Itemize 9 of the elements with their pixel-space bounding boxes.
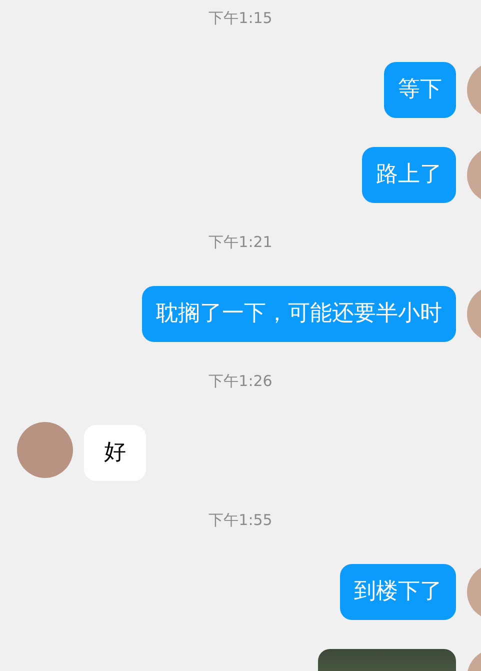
- timestamp: 下午1:26: [208, 371, 272, 391]
- message-bubble: 耽搁了一下，可能还要半小时: [142, 286, 456, 342]
- timestamp: 下午1:15: [208, 8, 272, 28]
- message-bubble: 好: [84, 425, 146, 481]
- timestamp: 下午1:55: [208, 510, 272, 530]
- timestamp: 下午1:21: [208, 232, 272, 252]
- message-bubble: 到楼下了: [340, 564, 456, 620]
- message-bubble: 路上了: [362, 147, 456, 203]
- message-bubble: 等下: [384, 62, 456, 118]
